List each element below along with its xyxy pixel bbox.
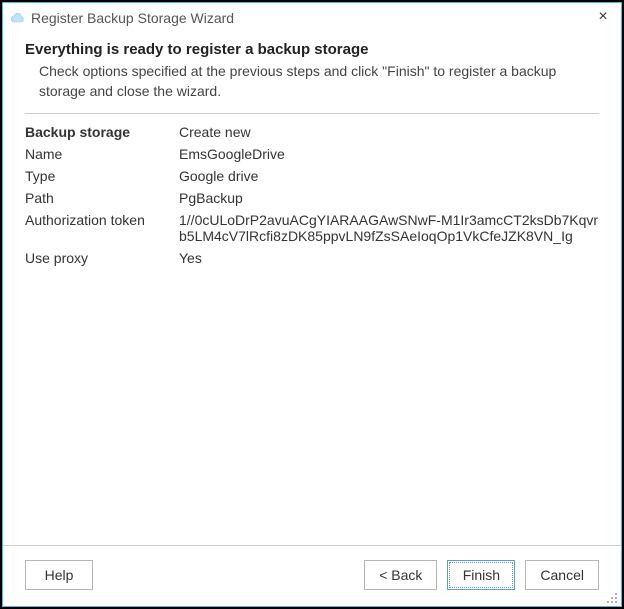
page-subheading: Check options specified at the previous …	[39, 62, 599, 101]
value-use-proxy: Yes	[179, 250, 599, 266]
value-type: Google drive	[179, 168, 599, 184]
wizard-window: Register Backup Storage Wizard × Everyth…	[2, 2, 622, 607]
back-button[interactable]: < Back	[364, 560, 437, 590]
close-button[interactable]: ×	[593, 8, 613, 28]
window-title: Register Backup Storage Wizard	[31, 10, 593, 26]
page-heading: Everything is ready to register a backup…	[25, 41, 599, 58]
finish-button[interactable]: Finish	[447, 560, 515, 590]
value-path: PgBackup	[179, 190, 599, 206]
value-auth-token: 1//0cULoDrP2avuACgYIARAAGAwSNwF-M1Ir3amc…	[179, 212, 599, 244]
label-name: Name	[25, 146, 175, 162]
label-auth-token: Authorization token	[25, 212, 175, 228]
cloud-icon	[9, 10, 25, 26]
resize-grip-icon[interactable]	[606, 591, 618, 603]
titlebar: Register Backup Storage Wizard ×	[3, 3, 621, 33]
label-backup-storage: Backup storage	[25, 124, 175, 140]
value-backup-storage: Create new	[179, 124, 599, 140]
wizard-content: Everything is ready to register a backup…	[3, 33, 621, 545]
footer-buttons-right: < Back Finish Cancel	[364, 560, 599, 590]
value-name: EmsGoogleDrive	[179, 146, 599, 162]
divider	[25, 113, 599, 114]
label-path: Path	[25, 190, 175, 206]
help-button[interactable]: Help	[25, 560, 93, 590]
wizard-footer: Help < Back Finish Cancel	[3, 545, 621, 606]
label-type: Type	[25, 168, 175, 184]
summary-table: Backup storage Create new Name EmsGoogle…	[25, 124, 599, 266]
cancel-button[interactable]: Cancel	[525, 560, 599, 590]
label-use-proxy: Use proxy	[25, 250, 175, 266]
